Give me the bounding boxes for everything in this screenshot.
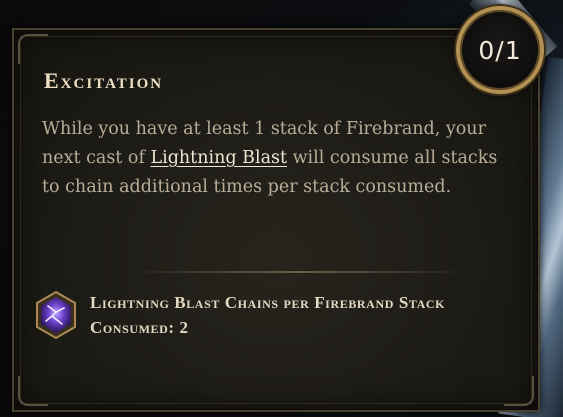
modifier-text: Lightning Blast Chains per Firebrand Sta… (90, 293, 446, 337)
corner-ornament (504, 376, 534, 406)
corner-ornament (18, 376, 48, 406)
game-screen: Excitation While you have at least 1 sta… (0, 0, 563, 417)
lightning-blast-link[interactable]: Lightning Blast (150, 148, 287, 168)
skill-description: While you have at least 1 stack of Fireb… (42, 115, 512, 202)
rank-counter: 0/1 (478, 35, 522, 65)
lightning-gem-icon (36, 290, 76, 340)
corner-ornament (18, 34, 48, 64)
skill-title: Excitation (44, 68, 164, 93)
skill-modifier: Lightning Blast Chains per Firebrand Sta… (34, 288, 534, 352)
skill-tooltip-panel: Excitation While you have at least 1 sta… (12, 28, 540, 412)
rank-badge: 0/1 (456, 6, 544, 94)
section-divider (129, 271, 469, 273)
